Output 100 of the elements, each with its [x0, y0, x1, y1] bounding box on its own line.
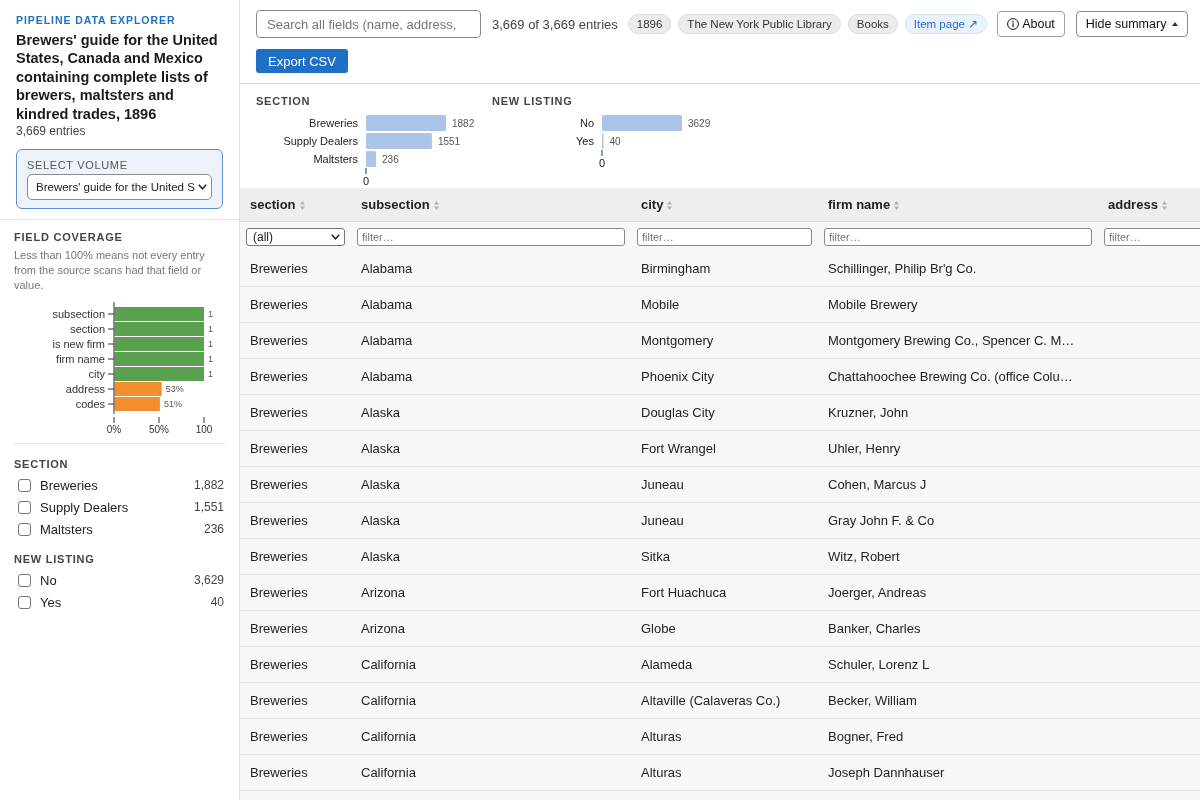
- axis-tick: [107, 343, 115, 345]
- coverage-note: Less than 100% means not every entry from the source scans had that field or value.: [14, 248, 206, 294]
- column-header[interactable]: city: [631, 188, 818, 222]
- axis-label: 0: [598, 157, 606, 169]
- axis-tick: [158, 416, 160, 424]
- sort-icon: [299, 201, 305, 210]
- chart-bar: [366, 133, 432, 149]
- tick-label: 100: [195, 424, 213, 436]
- table-cell: Sitka: [631, 538, 818, 575]
- category-label: Maltsters: [313, 153, 358, 165]
- checkbox[interactable]: [18, 478, 31, 492]
- table-cell: Breweries: [240, 322, 351, 359]
- value-label: 1551: [437, 135, 461, 147]
- volume-select[interactable]: Brewers' guide for the United S: [27, 174, 212, 201]
- table-cell: Breweries: [240, 574, 351, 611]
- checkbox[interactable]: [18, 500, 31, 514]
- table-cell: Juneau: [631, 466, 818, 503]
- caret-up-icon: [1172, 22, 1179, 26]
- table-cell: Bogner, Fred: [818, 718, 1098, 755]
- about-button[interactable]: About: [997, 11, 1065, 37]
- export-button[interactable]: Export CSV: [256, 49, 348, 73]
- table-cell: Breweries: [240, 718, 351, 755]
- table-cell: Alabama: [351, 322, 631, 359]
- table-cell: Breweries: [240, 646, 351, 683]
- document-title: Brewers' guide for the United States, Canada and Mexico containing complete lists of brewers, maltsters and kindred trades, 1896: [16, 31, 219, 124]
- table-cell: Breweries: [240, 682, 351, 719]
- table-cell: Douglas City: [631, 394, 818, 431]
- table-cell: Cohen, Marcus J: [818, 466, 1098, 503]
- sort-icon: [894, 201, 900, 210]
- table-cell: Alaska: [351, 502, 631, 539]
- table-cell: Gray John F. & Co: [818, 502, 1098, 539]
- value-label: 236: [382, 153, 399, 165]
- table-cell: Banker, Charles: [818, 610, 1098, 647]
- option-label: Supply Dealers: [40, 499, 129, 515]
- bar-end-label: 1: [208, 324, 213, 335]
- category-label: section: [70, 323, 105, 336]
- table-cell: Alaska: [351, 430, 631, 467]
- category-label: codes: [75, 398, 105, 411]
- checkbox[interactable]: [18, 595, 31, 609]
- hide-summary-button[interactable]: Hide summary: [1075, 11, 1189, 37]
- column-header[interactable]: address: [1098, 188, 1200, 222]
- search-field[interactable]: Search all fields (name, address,: [256, 10, 481, 38]
- option-count: 3,629: [193, 573, 225, 588]
- checkbox[interactable]: [18, 522, 31, 536]
- table-cell: Kruzner, John: [818, 394, 1098, 431]
- chevron-down-icon: [331, 233, 340, 240]
- table-cell: Juneau: [631, 502, 818, 539]
- category-label: address: [65, 383, 105, 396]
- link-chip[interactable]: Item page ↗: [904, 14, 988, 34]
- bar-end-label: 1: [208, 339, 213, 350]
- column-header[interactable]: firm name: [818, 188, 1098, 222]
- axis-tick: [107, 403, 115, 405]
- filter-select[interactable]: (all): [246, 227, 345, 246]
- option-label: Yes: [40, 594, 62, 610]
- value-label: 40: [609, 135, 621, 147]
- filter-input[interactable]: filter…: [1104, 227, 1200, 246]
- table-cell: Alabama: [351, 358, 631, 395]
- category-label: subsection: [52, 308, 105, 321]
- axis-tick: [601, 149, 603, 157]
- sort-icon: [667, 201, 673, 210]
- table-cell: Arizona: [351, 610, 631, 647]
- table-cell: Fort Wrangel: [631, 430, 818, 467]
- column-header[interactable]: subsection: [351, 188, 631, 222]
- tag-chip: The New York Public Library: [678, 14, 841, 34]
- option-label: No: [40, 572, 57, 588]
- chart-bar: [366, 151, 377, 167]
- table-cell: Witz, Robert: [818, 538, 1098, 575]
- filter-input[interactable]: filter…: [357, 227, 625, 246]
- bar-end-label: 51%: [163, 399, 182, 410]
- table-cell: Breweries: [240, 430, 351, 467]
- axis-tick: [107, 388, 115, 390]
- axis-label: 0: [362, 175, 370, 187]
- bar-end-label: 53%: [165, 384, 184, 395]
- filter-input[interactable]: filter…: [824, 227, 1092, 246]
- table-cell: California: [351, 682, 631, 719]
- axis-tick: [365, 167, 367, 175]
- axis-tick: [107, 328, 115, 330]
- option-count: 236: [203, 522, 225, 537]
- table-cell: Alabama: [351, 251, 631, 287]
- filter-input[interactable]: filter…: [637, 227, 812, 246]
- table-cell: Schillinger, Philip Br'g Co.: [818, 251, 1098, 287]
- table-cell: Uhler, Henry: [818, 430, 1098, 467]
- table-cell: Breweries: [240, 394, 351, 431]
- checkbox[interactable]: [18, 573, 31, 587]
- axis-tick: [113, 416, 115, 424]
- table-cell: Schuler, Lorenz L: [818, 646, 1098, 683]
- table-cell: Fort Huachuca: [631, 574, 818, 611]
- axis-tick: [203, 416, 205, 424]
- bar-end-label: 1: [208, 354, 213, 365]
- field-label: SELECT VOLUME: [27, 158, 129, 173]
- table-cell: California: [351, 718, 631, 755]
- table-cell: Globe: [631, 610, 818, 647]
- option-label: Breweries: [40, 477, 98, 493]
- table-cell: Alameda: [631, 646, 818, 683]
- entry-count: 3,669 entries: [16, 123, 87, 140]
- column-header[interactable]: section: [240, 188, 351, 222]
- table-cell: California: [351, 754, 631, 791]
- table-cell: Breweries: [240, 538, 351, 575]
- table-cell: Montgomery Brewing Co., Spencer C. M…: [818, 322, 1098, 359]
- table-cell: Phoenix City: [631, 358, 818, 395]
